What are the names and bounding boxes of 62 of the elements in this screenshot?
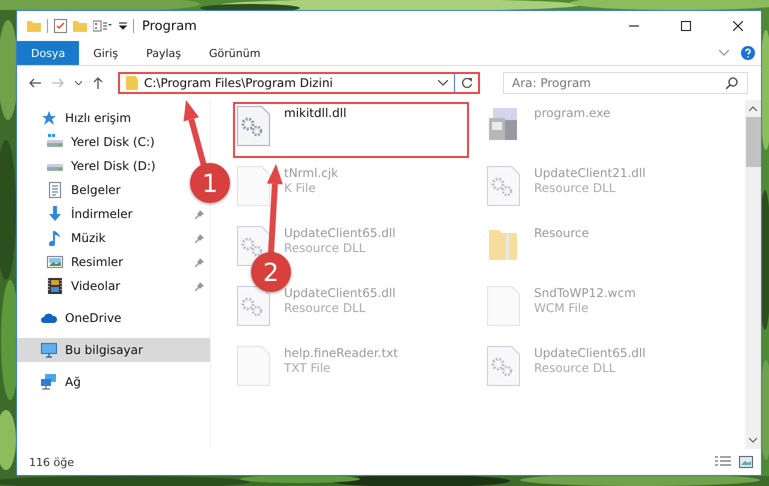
chevron-down-icon[interactable] — [438, 80, 448, 86]
document-icon — [47, 182, 63, 198]
up-arrow-icon[interactable] — [93, 77, 103, 89]
sidebar-item[interactable]: Hızlı erişim — [17, 106, 138, 130]
sidebar-item[interactable]: Yerel Disk (D:) — [17, 154, 162, 178]
sidebar-item[interactable]: İndirmeler — [17, 202, 210, 226]
document-gears-icon[interactable] — [237, 106, 270, 146]
properties-icon[interactable] — [93, 20, 113, 32]
sidebar-item[interactable]: Ağ — [17, 370, 87, 394]
file-type: Resource DLL — [534, 361, 616, 375]
help-icon[interactable] — [741, 46, 755, 60]
large-icons-view-icon[interactable] — [739, 456, 753, 468]
item-count: 116 öğe — [29, 456, 74, 468]
dropdown-icon[interactable] — [75, 81, 82, 85]
pin-icon[interactable] — [195, 210, 204, 218]
picture-icon — [47, 254, 63, 270]
file-type: K File — [284, 181, 317, 195]
search-field[interactable]: Ara: Program — [503, 72, 748, 94]
window-title: Program — [142, 18, 197, 34]
pin-icon[interactable] — [195, 282, 204, 290]
ribbon-tab[interactable]: Görünüm — [195, 41, 274, 65]
scroll-down-icon[interactable] — [749, 438, 757, 443]
sidebar-item[interactable]: Videolar — [17, 274, 210, 298]
network-icon — [41, 374, 57, 390]
music-note-icon — [47, 230, 63, 246]
back-arrow-icon[interactable] — [29, 78, 41, 88]
file-type: Resource DLL — [284, 301, 366, 315]
maximize-icon — [681, 21, 691, 31]
sidebar-item[interactable]: Müzik — [17, 226, 210, 250]
sidebar-item[interactable]: Bu bilgisayar — [17, 338, 210, 362]
dropdown-icon[interactable] — [119, 22, 127, 30]
callout-arrow — [184, 100, 207, 167]
file-name[interactable]: mikitdll.dll — [284, 106, 346, 120]
ribbon-tab[interactable]: Dosya — [17, 41, 80, 65]
ribbon-tab[interactable]: Giriş — [79, 41, 132, 65]
drive-icon — [47, 134, 63, 150]
monitor-icon — [41, 342, 57, 358]
address-field[interactable]: C:\Program Files\Program Dizini — [118, 72, 480, 94]
details-view-icon[interactable] — [715, 456, 731, 468]
forward-arrow-icon[interactable] — [52, 78, 64, 88]
scrollbar-thumb[interactable] — [746, 117, 760, 167]
file-type: TXT File — [284, 361, 332, 375]
refresh-icon — [460, 77, 472, 89]
pin-icon[interactable] — [195, 234, 204, 242]
film-icon — [47, 278, 63, 294]
folder-icon — [126, 76, 138, 90]
star-icon — [41, 110, 57, 126]
checklist-icon[interactable] — [54, 19, 67, 33]
sidebar-item[interactable]: OneDrive — [17, 306, 128, 330]
document-gears-icon[interactable] — [237, 286, 270, 326]
sidebar-item[interactable]: Resimler — [17, 250, 210, 274]
close-icon — [733, 21, 743, 31]
file-type: WCM File — [534, 301, 590, 315]
sidebar-item[interactable]: Yerel Disk (C:) — [17, 130, 161, 154]
down-arrow-icon — [47, 206, 63, 222]
ribbon-tab[interactable]: Paylaş — [132, 41, 195, 65]
sidebar-item[interactable]: Belgeler — [17, 178, 127, 202]
file-type: Resource DLL — [284, 241, 366, 255]
file-type: Resource DLL — [534, 181, 616, 195]
scrollbar[interactable] — [745, 100, 761, 449]
scroll-up-icon[interactable] — [749, 106, 757, 111]
pin-icon[interactable] — [195, 258, 204, 266]
